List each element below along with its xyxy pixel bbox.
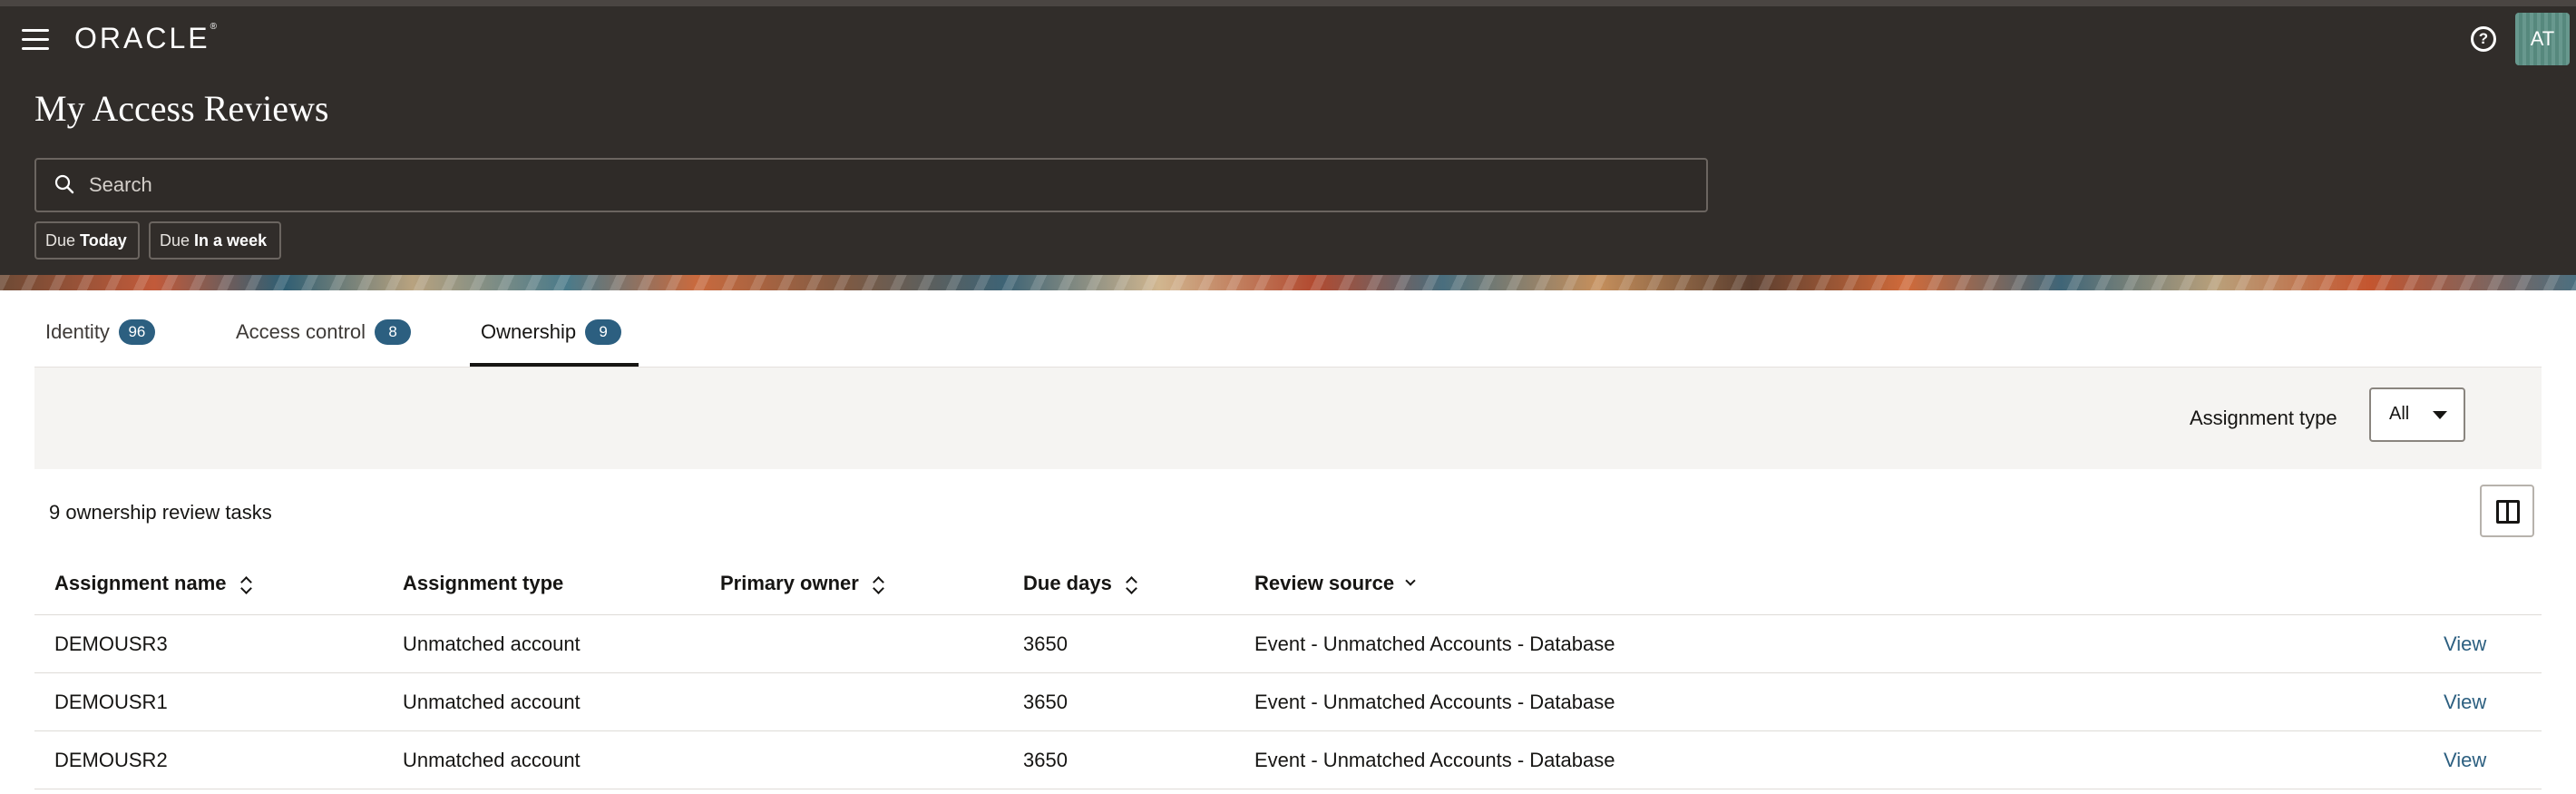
tab-count-badge: 96 (118, 319, 155, 346)
results-count: 9 ownership review tasks (49, 501, 272, 524)
cell-assignment-type: Unmatched account (403, 632, 581, 655)
sort-icon[interactable] (1127, 576, 1137, 593)
sort-icon[interactable] (873, 576, 884, 593)
view-link[interactable]: View (2444, 632, 2486, 656)
cell-due-days: 3650 (1023, 632, 1068, 655)
top-border (0, 0, 2576, 6)
columns-panel-icon (2496, 500, 2520, 524)
col-header-assignment-name[interactable]: Assignment name (54, 572, 252, 595)
cell-assignment-type: Unmatched account (403, 691, 581, 713)
cell-due-days: 3650 (1023, 749, 1068, 771)
assignment-type-select[interactable]: All (2369, 387, 2465, 442)
due-in-a-week-chip[interactable]: Due In a week (149, 221, 281, 260)
cell-assignment-name: DEMOUSR1 (54, 691, 168, 713)
page-title: My Access Reviews (34, 88, 329, 129)
cell-due-days: 3650 (1023, 691, 1068, 713)
col-header-primary-owner[interactable]: Primary owner (720, 572, 884, 595)
cell-review-source: Event - Unmatched Accounts - Database (1254, 749, 1615, 771)
cell-assignment-type: Unmatched account (403, 749, 581, 771)
hamburger-menu-icon[interactable] (20, 27, 51, 53)
header-divider (34, 614, 2542, 615)
cell-assignment-name: DEMOUSR3 (54, 632, 168, 655)
cell-assignment-name: DEMOUSR2 (54, 749, 168, 771)
col-header-review-source[interactable]: Review source (1254, 572, 1416, 595)
assignment-type-label: Assignment type (2190, 407, 2337, 429)
col-header-assignment-type: Assignment type (403, 572, 564, 594)
user-avatar[interactable]: AT (2515, 13, 2570, 65)
sort-icon[interactable] (241, 576, 252, 593)
column-panel-button[interactable] (2480, 485, 2534, 537)
tab-count-badge: 8 (375, 319, 412, 346)
filter-bar (34, 368, 2542, 469)
row-divider (34, 672, 2542, 673)
cell-review-source: Event - Unmatched Accounts - Database (1254, 691, 1615, 713)
due-today-chip[interactable]: Due Today (34, 221, 140, 260)
col-header-due-days[interactable]: Due days (1023, 572, 1137, 595)
chevron-down-icon[interactable] (1405, 575, 1416, 586)
tab-ownership[interactable]: Ownership 9 (481, 319, 622, 346)
view-link[interactable]: View (2444, 691, 2486, 714)
tab-identity[interactable]: Identity 96 (45, 319, 155, 346)
oracle-logo[interactable]: ORACLE® (74, 22, 217, 55)
app-header: ORACLE® ? AT My Access Reviews Due Today… (0, 0, 2576, 275)
search-box[interactable] (34, 158, 1708, 212)
decorative-banner (0, 275, 2576, 290)
search-icon (54, 174, 74, 194)
caret-down-icon (2433, 411, 2447, 419)
cell-review-source: Event - Unmatched Accounts - Database (1254, 632, 1615, 655)
tab-access-control[interactable]: Access control 8 (236, 319, 412, 346)
help-icon[interactable]: ? (2471, 26, 2496, 52)
row-divider (34, 730, 2542, 731)
tab-count-badge: 9 (585, 319, 622, 346)
view-link[interactable]: View (2444, 749, 2486, 772)
search-input[interactable] (89, 160, 1694, 211)
